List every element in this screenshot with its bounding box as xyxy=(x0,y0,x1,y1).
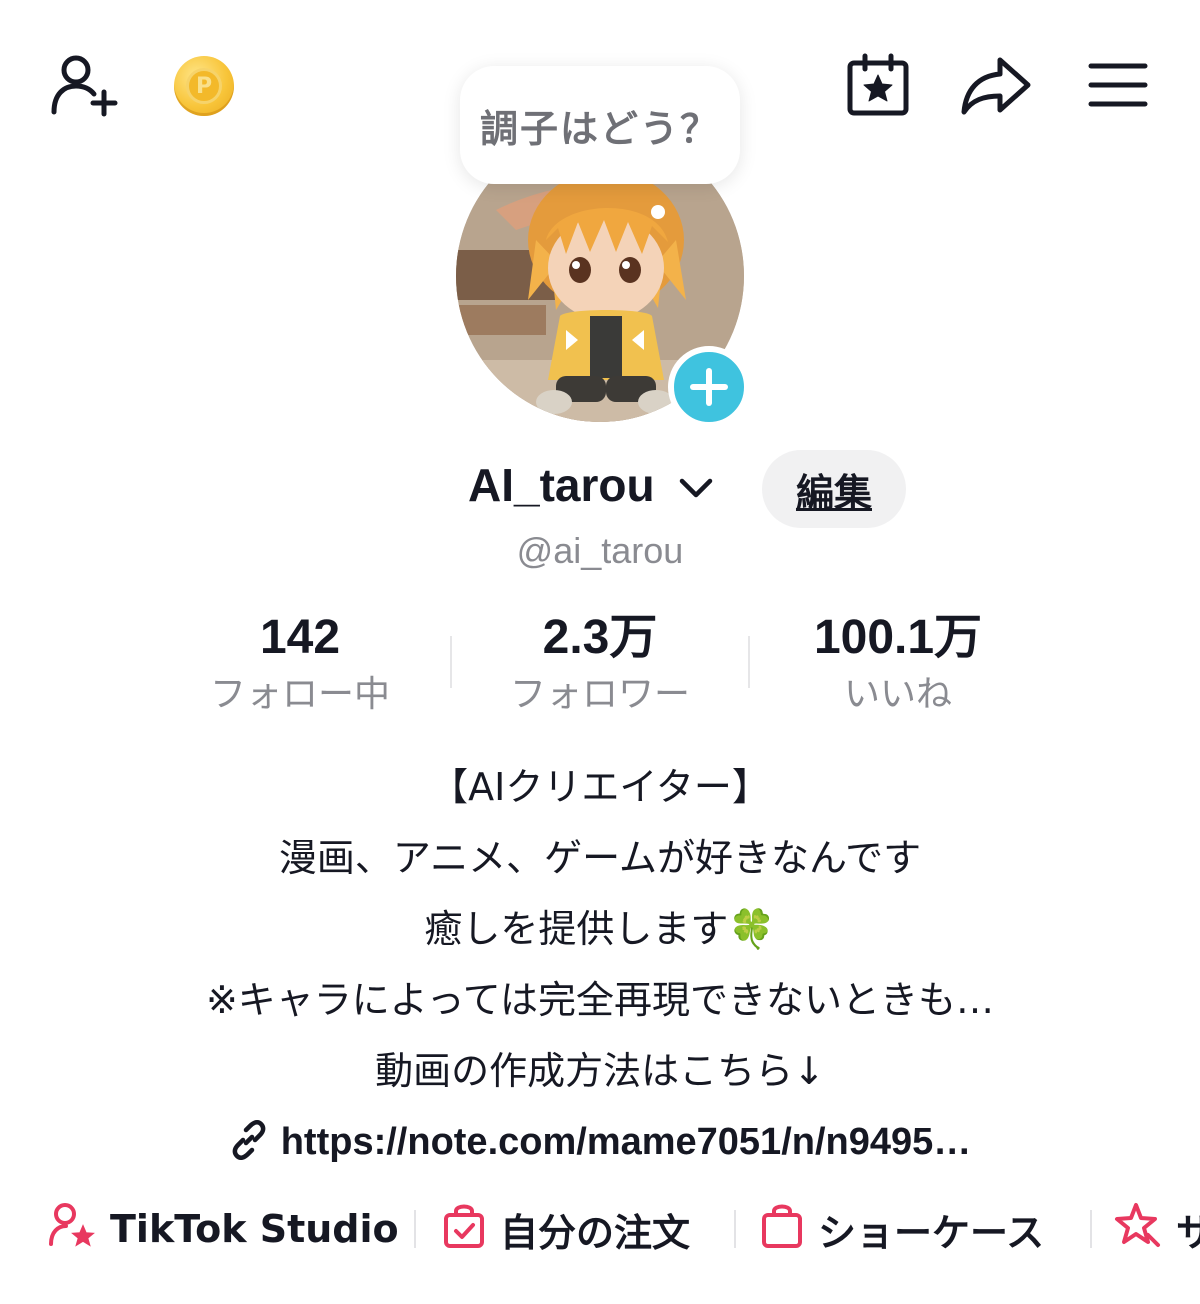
creator-star-icon xyxy=(48,1202,96,1257)
shortcut-more[interactable]: サ xyxy=(1114,1196,1200,1262)
bio-line: 動画の作成方法はこちら↓ xyxy=(375,1049,825,1093)
bio-line: 癒しを提供します🍀 xyxy=(424,907,776,951)
likes-label: いいね xyxy=(843,674,952,715)
status-bubble-text: 調子はどう？ xyxy=(479,106,720,151)
username[interactable]: AI_tarou xyxy=(468,458,655,512)
coin-icon[interactable]: P xyxy=(172,54,236,118)
followers-label: フォロワー xyxy=(509,674,690,715)
stat-followers[interactable]: 2.3万 フォロワー xyxy=(450,608,750,718)
shortcut-divider xyxy=(414,1210,416,1248)
bio-line: 【AIクリエイター】 xyxy=(430,765,770,809)
shortcut-divider xyxy=(1090,1210,1092,1248)
bubble-tail-dot xyxy=(651,205,665,219)
shortcut-label: サ xyxy=(1176,1210,1200,1255)
shortcut-bar: TikTok Studio 自分の注文 ショーケース サ xyxy=(0,1196,1200,1262)
calendar-star-icon[interactable] xyxy=(842,50,914,120)
stat-likes[interactable]: 100.1万 いいね xyxy=(748,608,1048,718)
edit-profile-label: 編集 xyxy=(795,470,872,515)
shortcut-divider xyxy=(734,1210,736,1248)
stat-following[interactable]: 142 フォロー中 xyxy=(150,608,450,718)
bio-line: 漫画、アニメ、ゲームが好きなんです xyxy=(278,836,922,880)
likes-count: 100.1万 xyxy=(813,611,983,664)
shortcut-label: 自分の注文 xyxy=(500,1210,691,1255)
order-bag-icon xyxy=(442,1201,486,1258)
sparkle-icon xyxy=(1114,1201,1162,1258)
bio: 【AIクリエイター】 漫画、アニメ、ゲームが好きなんです 癒しを提供します🍀 ※… xyxy=(0,752,1200,1107)
shortcut-my-orders[interactable]: 自分の注文 xyxy=(442,1196,690,1262)
following-label: フォロー中 xyxy=(209,674,390,715)
shortcut-label: TikTok Studio xyxy=(110,1207,399,1251)
hamburger-menu-icon[interactable] xyxy=(1084,54,1152,116)
shopping-bag-icon xyxy=(760,1201,804,1258)
shortcut-label: ショーケース xyxy=(818,1210,1045,1255)
shortcut-showcase[interactable]: ショーケース xyxy=(760,1196,1044,1262)
status-bubble[interactable]: 調子はどう？ xyxy=(460,66,740,184)
followers-count: 2.3万 xyxy=(542,611,658,664)
add-story-button[interactable] xyxy=(668,346,750,428)
link-icon xyxy=(229,1120,269,1164)
add-friend-icon[interactable] xyxy=(44,50,124,120)
bio-line: ※キャラによっては完全再現できないときも… xyxy=(205,978,995,1022)
coin-letter: P xyxy=(186,68,222,104)
username-row: AI_tarou 編集 xyxy=(0,450,1200,530)
following-count: 142 xyxy=(259,611,341,664)
chevron-down-icon[interactable] xyxy=(678,470,714,506)
bio-link[interactable]: https://note.com/mame7051/n/n9495… xyxy=(0,1112,1200,1172)
shortcut-tiktok-studio[interactable]: TikTok Studio xyxy=(48,1196,399,1262)
bio-link-text: https://note.com/mame7051/n/n9495… xyxy=(280,1120,972,1163)
edit-profile-button[interactable]: 編集 xyxy=(762,450,906,528)
user-handle: @ai_tarou xyxy=(516,530,684,571)
share-arrow-icon[interactable] xyxy=(958,50,1034,120)
